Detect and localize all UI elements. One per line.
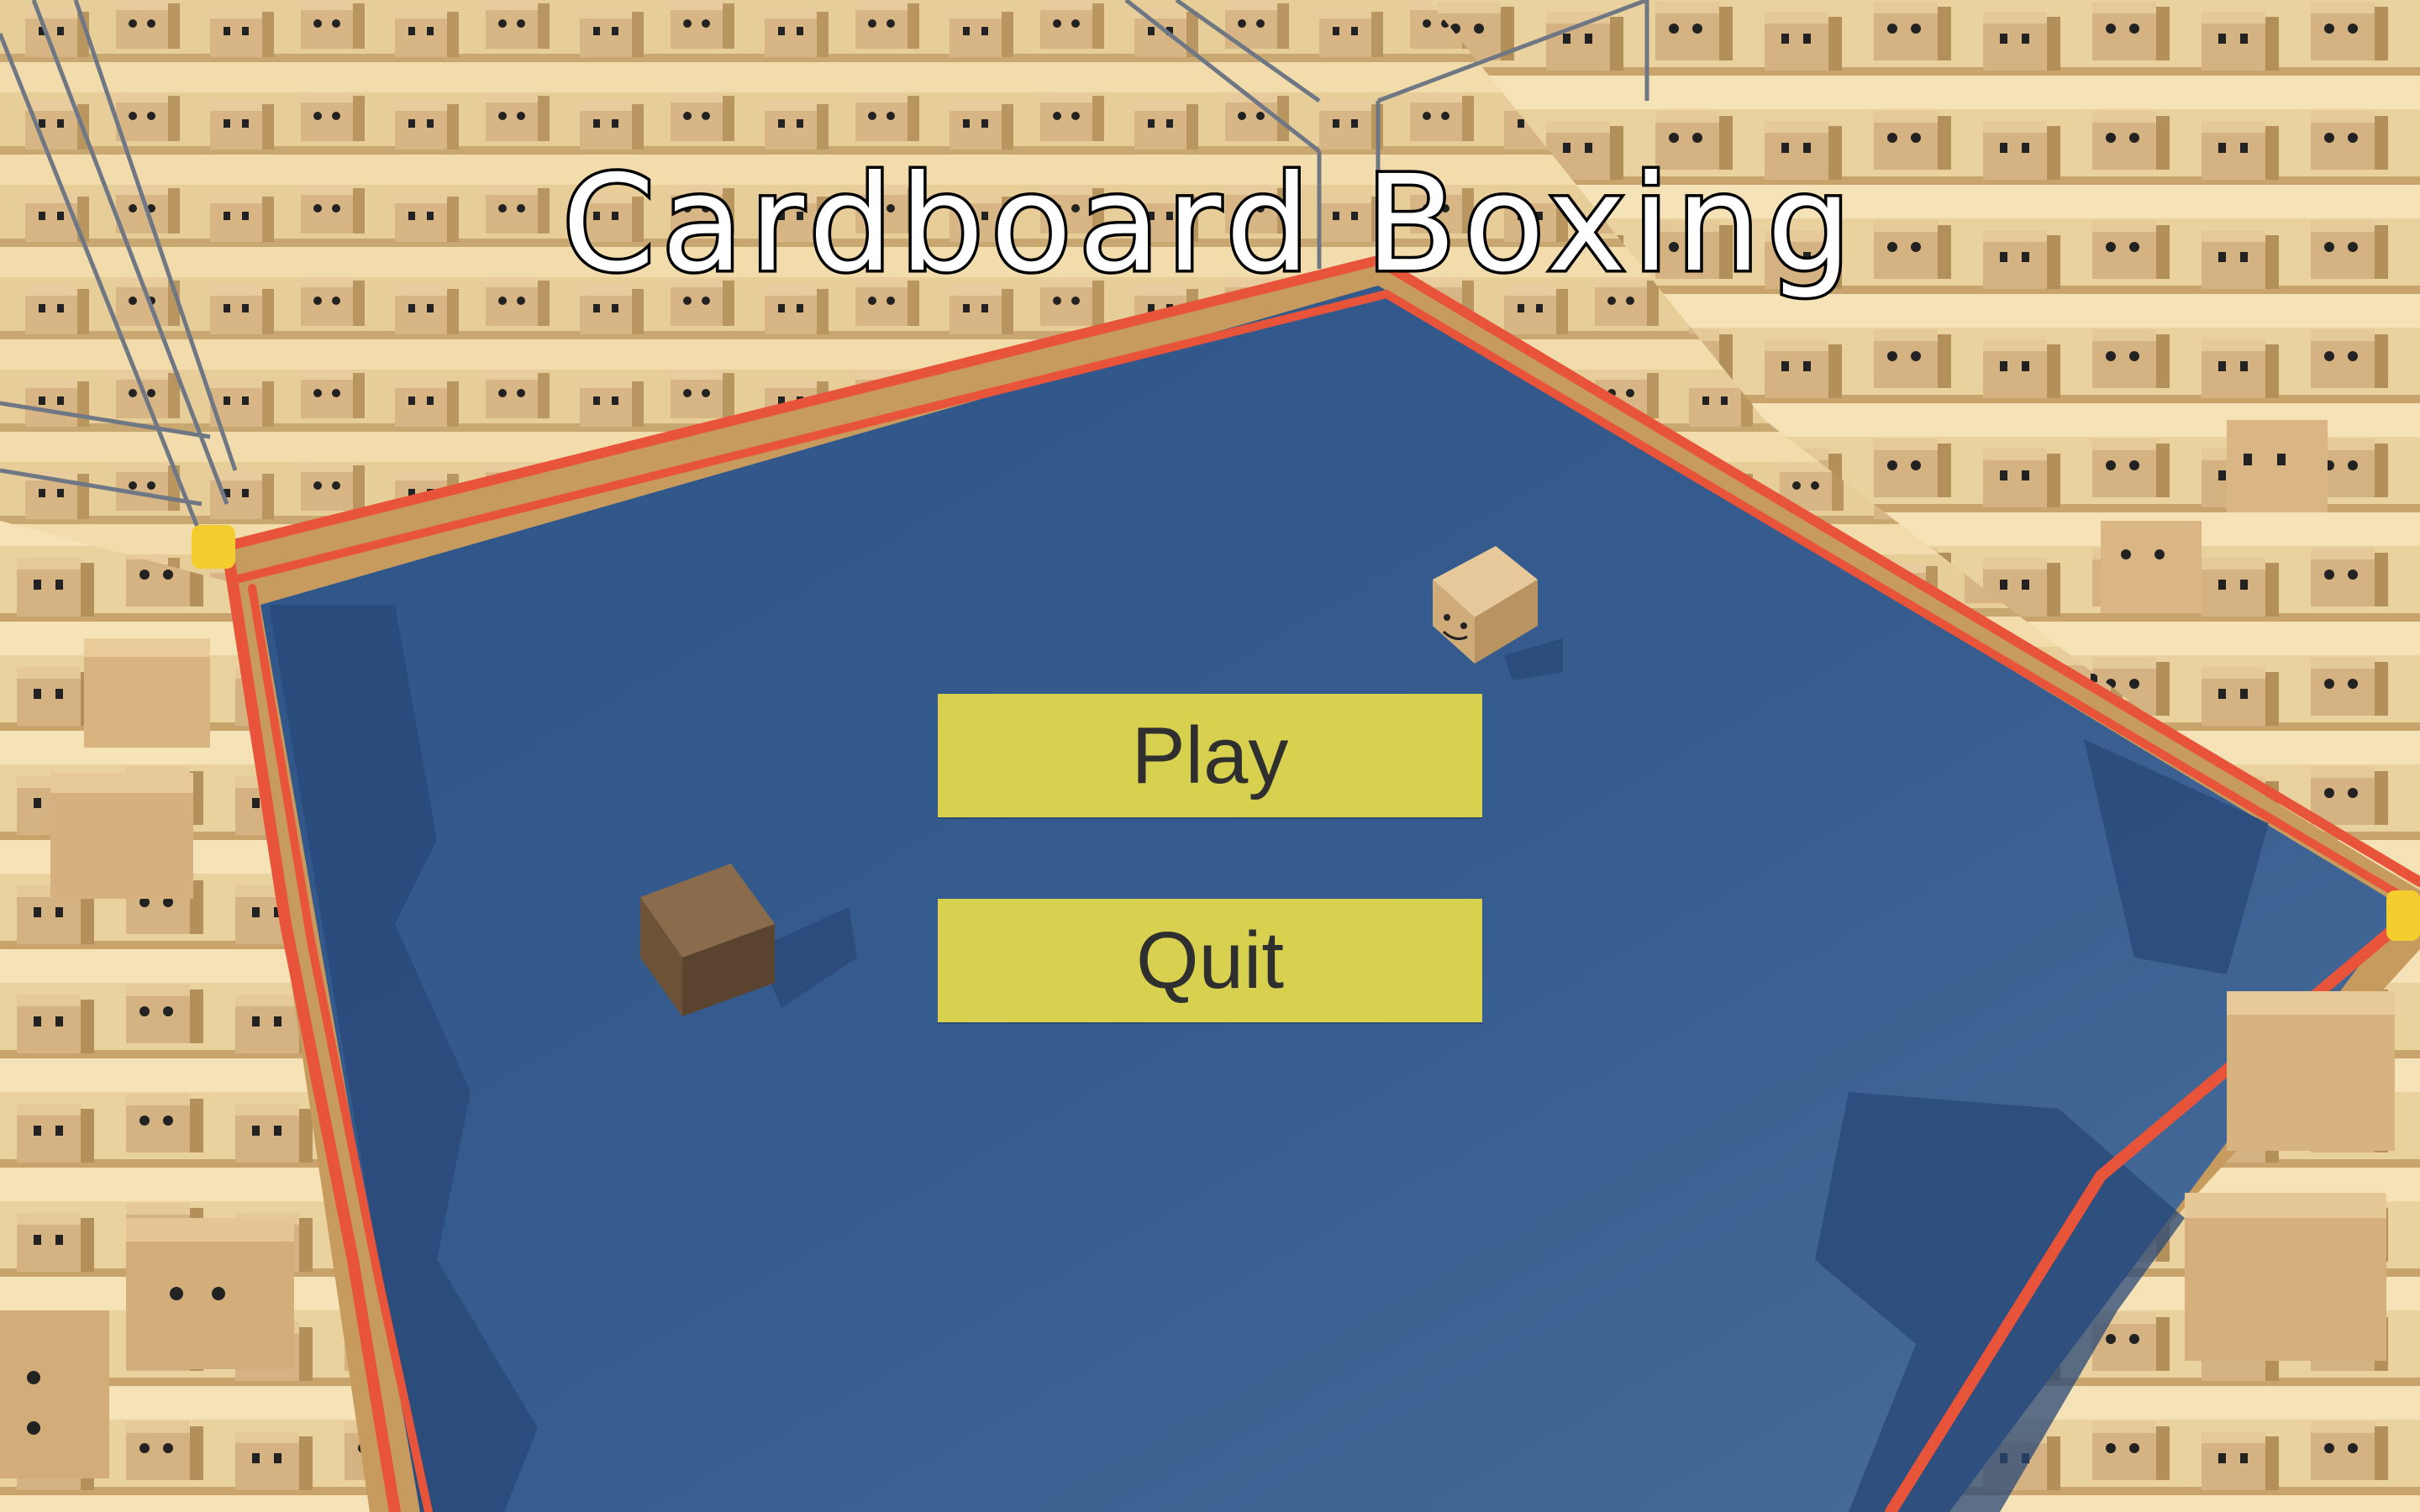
game-title: Cardboard Boxing bbox=[559, 147, 1859, 302]
play-button[interactable]: Play bbox=[938, 694, 1482, 817]
main-menu-overlay: Cardboard Boxing Play Quit bbox=[0, 0, 2420, 1512]
game-viewport: Cardboard Boxing Play Quit bbox=[0, 0, 2420, 1512]
quit-button[interactable]: Quit bbox=[938, 899, 1482, 1022]
